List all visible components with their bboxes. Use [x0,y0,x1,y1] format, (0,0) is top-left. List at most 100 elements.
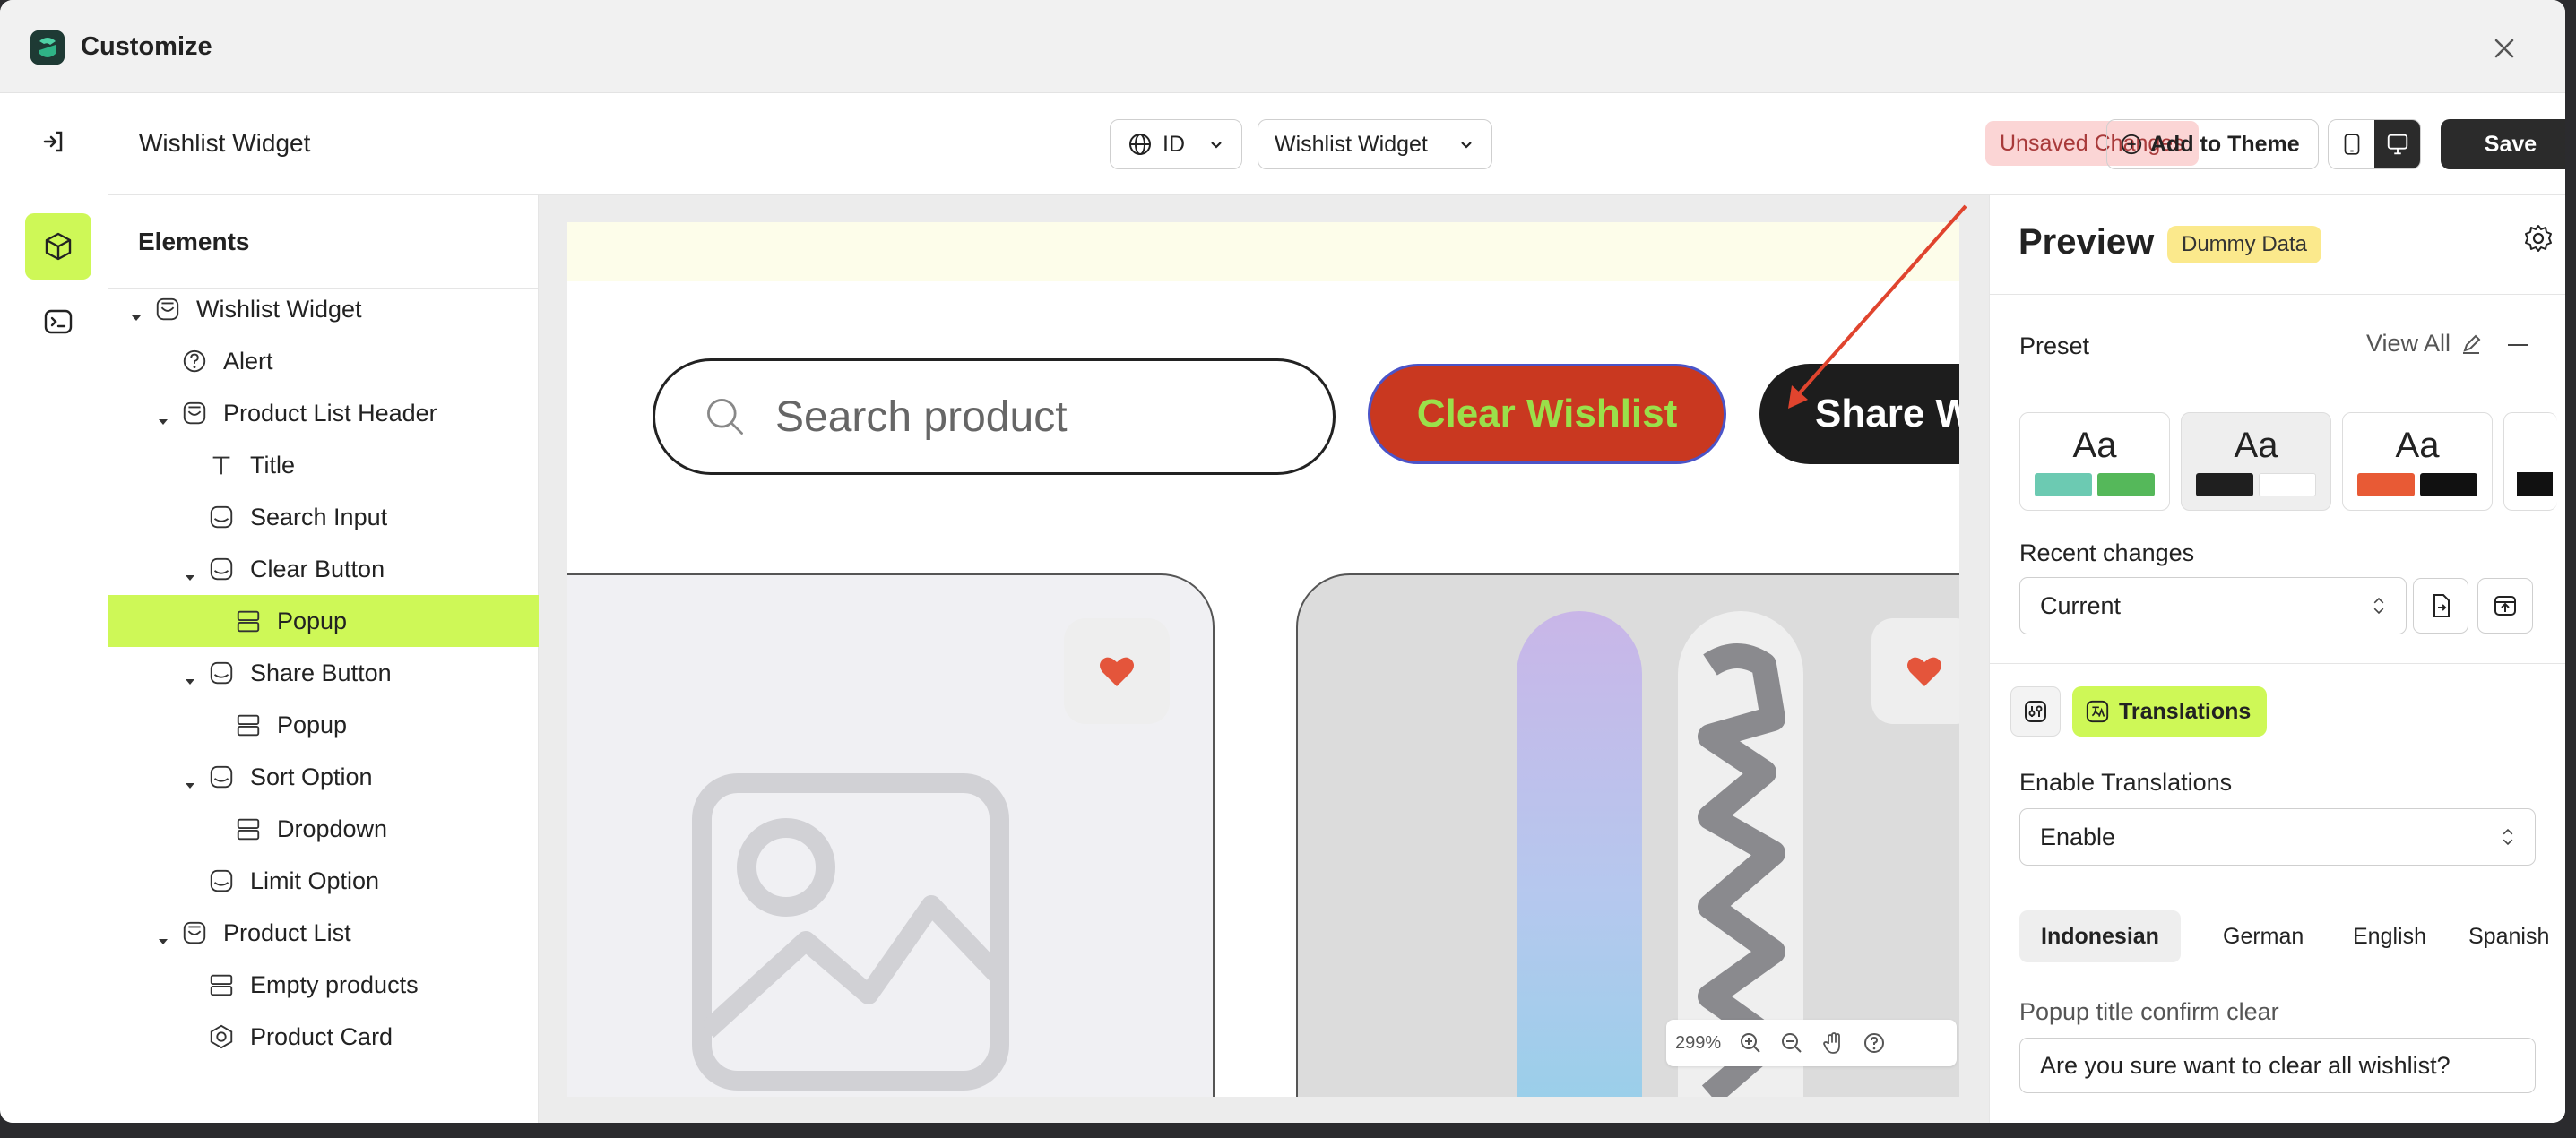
enable-translations-select[interactable]: Enable [2019,808,2536,866]
translations-tab[interactable]: Translations [2072,686,2268,737]
hand-pan-icon[interactable] [1821,1031,1845,1055]
preset-swatch [2097,473,2155,496]
tree-item-label: Product Card [250,1022,393,1050]
gear-icon[interactable] [2522,222,2554,254]
tree-item-label: Search Input [250,503,388,530]
help-icon[interactable] [1863,1031,1886,1055]
preset-sample-text: Aa [2234,426,2278,465]
code-rail-button[interactable] [25,289,91,355]
mobile-view-button[interactable] [2329,120,2374,168]
language-select[interactable]: ID [1110,119,1242,169]
wishlist-heart-button[interactable] [1064,618,1170,724]
tree-item[interactable]: Search Input [108,491,539,543]
exit-icon[interactable] [36,124,72,159]
desktop-view-button[interactable] [2374,120,2420,168]
caret-down-icon[interactable] [130,303,143,321]
tree-item[interactable]: Clear Button [108,543,539,595]
heart-icon [1907,657,1941,686]
close-icon[interactable] [2486,30,2522,66]
chevron-updown-icon [2373,597,2384,615]
preset-sample-text: Aa [2072,426,2117,465]
rows-icon [234,815,263,843]
preset-card[interactable]: Aa [2181,412,2331,511]
tree-item[interactable]: Dropdown [108,803,539,855]
enable-translations-value: Enable [2040,823,2116,850]
translate-icon [2086,700,2109,723]
page-title: Wishlist Widget [139,129,311,157]
popup-title-input[interactable]: Are you sure want to clear all wishlist? [2019,1038,2536,1093]
sliders-icon [2025,701,2046,722]
cube-icon [45,232,72,261]
text-icon [207,451,236,479]
caret-down-icon[interactable] [157,407,169,425]
save-button[interactable]: Save [2441,119,2565,169]
window-title: Customize [81,32,212,61]
tree-item[interactable]: Limit Option [108,855,539,907]
app-logo-icon [30,30,65,65]
preview-canvas: Search product Clear Wishlist Share W 29… [539,195,1989,1123]
export-button[interactable] [2477,578,2533,634]
widget-icon [153,295,182,323]
tree-item[interactable]: Popup [108,699,539,751]
preset-swatch [2196,473,2253,496]
zoom-out-icon[interactable] [1780,1031,1803,1055]
chevron-down-icon [1211,142,1222,149]
tree-item[interactable]: Wishlist Widget [108,283,539,335]
wishlist-heart-button[interactable] [1871,618,1959,724]
tree-item-label: Wishlist Widget [196,295,362,323]
widget-select[interactable]: Wishlist Widget [1258,119,1492,169]
globe-icon [1129,134,1151,155]
tree-item[interactable]: Sort Option [108,751,539,803]
recent-changes-value: Current [2040,591,2122,619]
preset-card[interactable]: Aa [2019,412,2170,511]
widget-icon [180,918,209,947]
annotation-arrow [1788,204,1967,409]
zoom-in-icon[interactable] [1739,1031,1762,1055]
tree-item-label: Product List [223,918,351,946]
device-toggle [2328,119,2421,169]
preview-title: Preview [2018,222,2155,262]
tree-item[interactable]: Title [108,439,539,491]
elements-panel: Elements Wishlist Widget Alert Product Lis… [108,195,539,1123]
caret-down-icon[interactable] [184,563,196,581]
add-to-theme-button[interactable]: Add to Theme [2106,119,2319,169]
plus-circle-icon [2121,134,2142,155]
tree-item[interactable]: Product List Header [108,387,539,439]
view-all-link[interactable]: View All [2366,330,2483,358]
search-input[interactable]: Search product [653,358,1336,475]
zoom-level: 299% [1675,1032,1722,1053]
recent-changes-select[interactable]: Current [2019,577,2407,634]
tree-item[interactable]: Alert [108,335,539,387]
heart-icon [1100,657,1134,686]
tab-english[interactable]: English [2331,910,2448,962]
tree-item-label: Sort Option [250,763,373,790]
elements-rail-button[interactable] [25,213,91,280]
caret-down-icon[interactable] [184,771,196,789]
tab-indonesian[interactable]: Indonesian [2019,910,2181,962]
tree-item[interactable]: Product Card [108,1011,539,1063]
import-button[interactable] [2413,578,2468,634]
caret-down-icon[interactable] [157,927,169,944]
tree-item-label: Limit Option [250,866,380,894]
preset-card[interactable]: Aa [2342,412,2493,511]
tab-german[interactable]: German [2201,910,2325,962]
tree-item-label: Clear Button [250,555,385,582]
caret-down-icon[interactable] [184,667,196,685]
tree-item[interactable]: Product List [108,907,539,959]
preset-card[interactable] [2503,412,2557,511]
component-icon [207,659,236,687]
recent-changes-label: Recent changes [2019,539,2195,566]
tree-item-label: Popup [277,607,348,634]
tree-item[interactable]: Empty products [108,959,539,1011]
collapse-icon[interactable] [2508,344,2528,346]
tab-spanish[interactable]: Spanish [2447,910,2565,962]
language-select-value: ID [1163,131,1185,157]
tree-item[interactable]: Share Button [108,647,539,699]
tree-item[interactable]: Popup [108,595,539,647]
tree-item-label: Product List Header [223,399,437,427]
settings-tab[interactable] [2010,686,2061,737]
dummy-data-badge: Dummy Data [2167,226,2322,263]
